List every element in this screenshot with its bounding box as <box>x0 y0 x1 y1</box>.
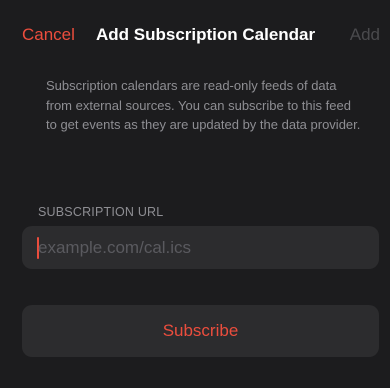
subscribe-button[interactable]: Subscribe <box>22 305 379 357</box>
page-title: Add Subscription Calendar <box>96 25 316 44</box>
description-text: Subscription calendars are read-only fee… <box>46 78 361 132</box>
subscription-url-header: SUBSCRIPTION URL <box>38 205 164 219</box>
add-button[interactable]: Add <box>350 24 380 46</box>
subscription-url-input[interactable] <box>38 226 368 269</box>
cancel-button[interactable]: Cancel <box>22 24 75 46</box>
navigation-bar: Cancel Add Subscription Calendar Add <box>0 0 390 72</box>
subscription-url-field[interactable] <box>22 226 379 269</box>
